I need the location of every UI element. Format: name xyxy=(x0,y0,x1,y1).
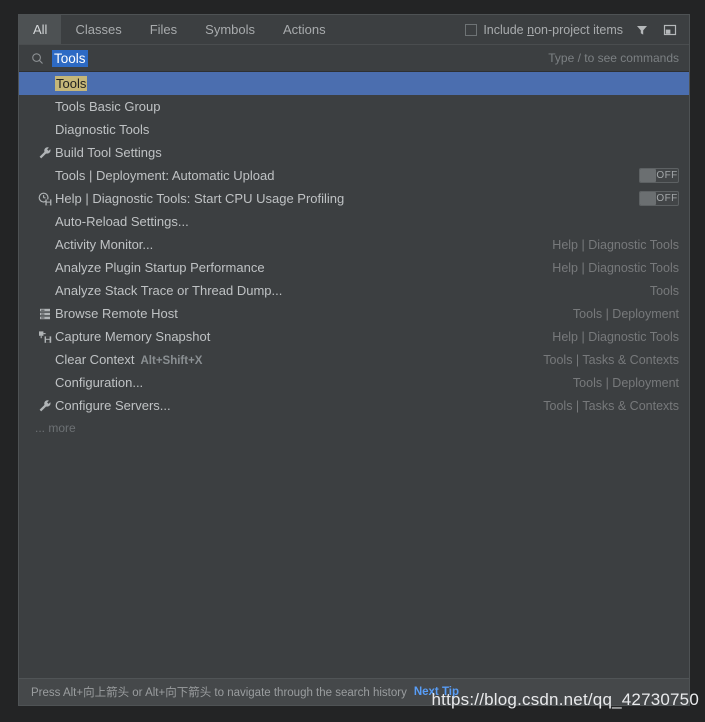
watermark-url: https://blog.csdn.net/qq_42730750 xyxy=(431,690,699,709)
tab-symbols[interactable]: Symbols xyxy=(191,15,269,44)
result-label-wrap: Configuration... xyxy=(55,375,143,390)
tab-label: Classes xyxy=(75,22,122,37)
result-label-wrap: Analyze Plugin Startup Performance xyxy=(55,260,265,275)
tab-label: All xyxy=(33,22,48,37)
result-label-wrap: Build Tool Settings xyxy=(55,145,162,160)
result-label: Browse Remote Host xyxy=(55,306,178,321)
result-label-wrap: Clear Context Alt+Shift+X xyxy=(55,352,202,367)
result-row[interactable]: Activity Monitor... Help | Diagnostic Too… xyxy=(19,233,689,256)
tab-all[interactable]: All xyxy=(19,15,62,44)
remote-host-icon xyxy=(35,307,55,321)
result-group-path: Help | Diagnostic Tools xyxy=(552,237,679,252)
result-group-path: Tools xyxy=(649,283,679,298)
result-label-wrap: Capture Memory Snapshot xyxy=(55,329,210,344)
result-label: Help | Diagnostic Tools: Start CPU Usage… xyxy=(55,191,345,206)
result-row[interactable]: Auto-Reload Settings... xyxy=(19,210,689,233)
result-label-wrap: Analyze Stack Trace or Thread Dump... xyxy=(55,283,282,298)
result-group-path: Tools | Deployment xyxy=(572,375,679,390)
search-row[interactable]: Tools Type / to see commands xyxy=(19,44,689,72)
more-results-link[interactable]: ... more xyxy=(19,417,689,439)
cpu-profiling-icon xyxy=(35,192,55,206)
result-label-wrap: Tools | Deployment: Automatic Upload xyxy=(55,168,274,183)
result-label-wrap: Activity Monitor... xyxy=(55,237,153,252)
checkbox-label: Include non-project items xyxy=(483,22,623,37)
result-label: Capture Memory Snapshot xyxy=(55,329,211,344)
result-label-match: Tools xyxy=(55,76,88,91)
tab-classes[interactable]: Classes xyxy=(61,15,135,44)
result-label-wrap: Browse Remote Host xyxy=(55,306,178,321)
tab-label: Symbols xyxy=(205,22,256,37)
tab-actions[interactable]: Actions xyxy=(269,15,340,44)
toggle-knob xyxy=(640,192,656,205)
include-non-project-items-checkbox[interactable]: Include non-project items xyxy=(465,23,623,37)
result-label-wrap: Help | Diagnostic Tools: Start CPU Usage… xyxy=(55,191,344,206)
result-row[interactable]: Configuration... Tools | Deployment xyxy=(19,371,689,394)
result-label: Tools | Deployment: Automatic Upload xyxy=(55,168,275,183)
wrench-icon xyxy=(35,146,55,160)
result-row[interactable]: Analyze Stack Trace or Thread Dump... Too… xyxy=(19,279,689,302)
result-toggle[interactable]: OFF xyxy=(639,168,679,183)
result-row[interactable]: Tools | Deployment: Automatic Upload OFF xyxy=(19,164,689,187)
toolbar-right: Include non-project items xyxy=(465,15,689,44)
result-label: Tools Basic Group xyxy=(55,99,161,114)
result-row[interactable]: Help | Diagnostic Tools: Start CPU Usage… xyxy=(19,187,689,210)
filter-icon[interactable] xyxy=(633,21,651,39)
result-label: Configure Servers... xyxy=(55,398,171,413)
search-icon xyxy=(31,52,44,65)
result-row[interactable]: Tools Basic Group xyxy=(19,95,689,118)
results-list[interactable]: Tools Tools Basic Group Diagnostic Tools Bu… xyxy=(19,72,689,678)
preview-panel-icon[interactable] xyxy=(661,21,679,39)
toggle-state-label: OFF xyxy=(656,193,678,204)
result-group-path: Help | Diagnostic Tools xyxy=(552,329,679,344)
result-toggle[interactable]: OFF xyxy=(639,191,679,206)
result-row[interactable]: Diagnostic Tools xyxy=(19,118,689,141)
result-row[interactable]: Capture Memory Snapshot Help | Diagnostic… xyxy=(19,325,689,348)
result-label: Analyze Plugin Startup Performance xyxy=(55,260,265,275)
tab-list: All Classes Files Symbols Actions xyxy=(19,15,340,44)
tab-label: Actions xyxy=(283,22,326,37)
result-group-path: Help | Diagnostic Tools xyxy=(552,260,679,275)
result-label: Analyze Stack Trace or Thread Dump... xyxy=(55,283,283,298)
result-group-path: Tools | Tasks & Contexts xyxy=(543,352,679,367)
result-row[interactable]: Tools xyxy=(19,72,689,95)
result-label: Diagnostic Tools xyxy=(55,122,150,137)
result-label: Build Tool Settings xyxy=(55,145,162,160)
result-label-wrap: Auto-Reload Settings... xyxy=(55,214,189,229)
result-label: Activity Monitor... xyxy=(55,237,154,252)
result-label-wrap: Tools xyxy=(55,76,88,91)
toggle-knob xyxy=(640,169,656,182)
result-label-wrap: Diagnostic Tools xyxy=(55,122,149,137)
result-label-wrap: Tools Basic Group xyxy=(55,99,161,114)
result-row[interactable]: Configure Servers... Tools | Tasks & Cont… xyxy=(19,394,689,417)
tab-files[interactable]: Files xyxy=(136,15,191,44)
checkbox-box[interactable] xyxy=(465,23,478,36)
tab-bar: All Classes Files Symbols Actions Include no… xyxy=(19,15,689,44)
result-label: Configuration... xyxy=(55,375,144,390)
result-label-wrap: Configure Servers... xyxy=(55,398,171,413)
result-row[interactable]: Clear Context Alt+Shift+X Tools | Tasks & … xyxy=(19,348,689,371)
result-shortcut: Alt+Shift+X xyxy=(140,355,203,367)
result-row[interactable]: Browse Remote Host Tools | Deployment xyxy=(19,302,689,325)
result-row[interactable]: Analyze Plugin Startup Performance Help |… xyxy=(19,256,689,279)
result-group-path: Tools | Tasks & Contexts xyxy=(543,398,679,413)
result-group-path: Tools | Deployment xyxy=(572,306,679,321)
search-hint: Type / to see commands xyxy=(548,51,679,65)
toggle-state-label: OFF xyxy=(656,170,678,181)
result-row[interactable]: Build Tool Settings xyxy=(19,141,689,164)
screen: All Classes Files Symbols Actions Include no… xyxy=(0,0,705,722)
search-input[interactable]: Tools xyxy=(52,49,88,67)
search-everywhere-popup: All Classes Files Symbols Actions Include no… xyxy=(18,14,690,706)
hint-text: Press Alt+向上箭头 or Alt+向下箭头 to navigate t… xyxy=(31,687,407,699)
tab-label: Files xyxy=(149,22,178,37)
wrench-icon xyxy=(35,399,55,413)
result-label: Clear Context xyxy=(55,352,135,367)
result-label: Auto-Reload Settings... xyxy=(55,214,189,229)
memory-snapshot-icon xyxy=(35,330,55,344)
